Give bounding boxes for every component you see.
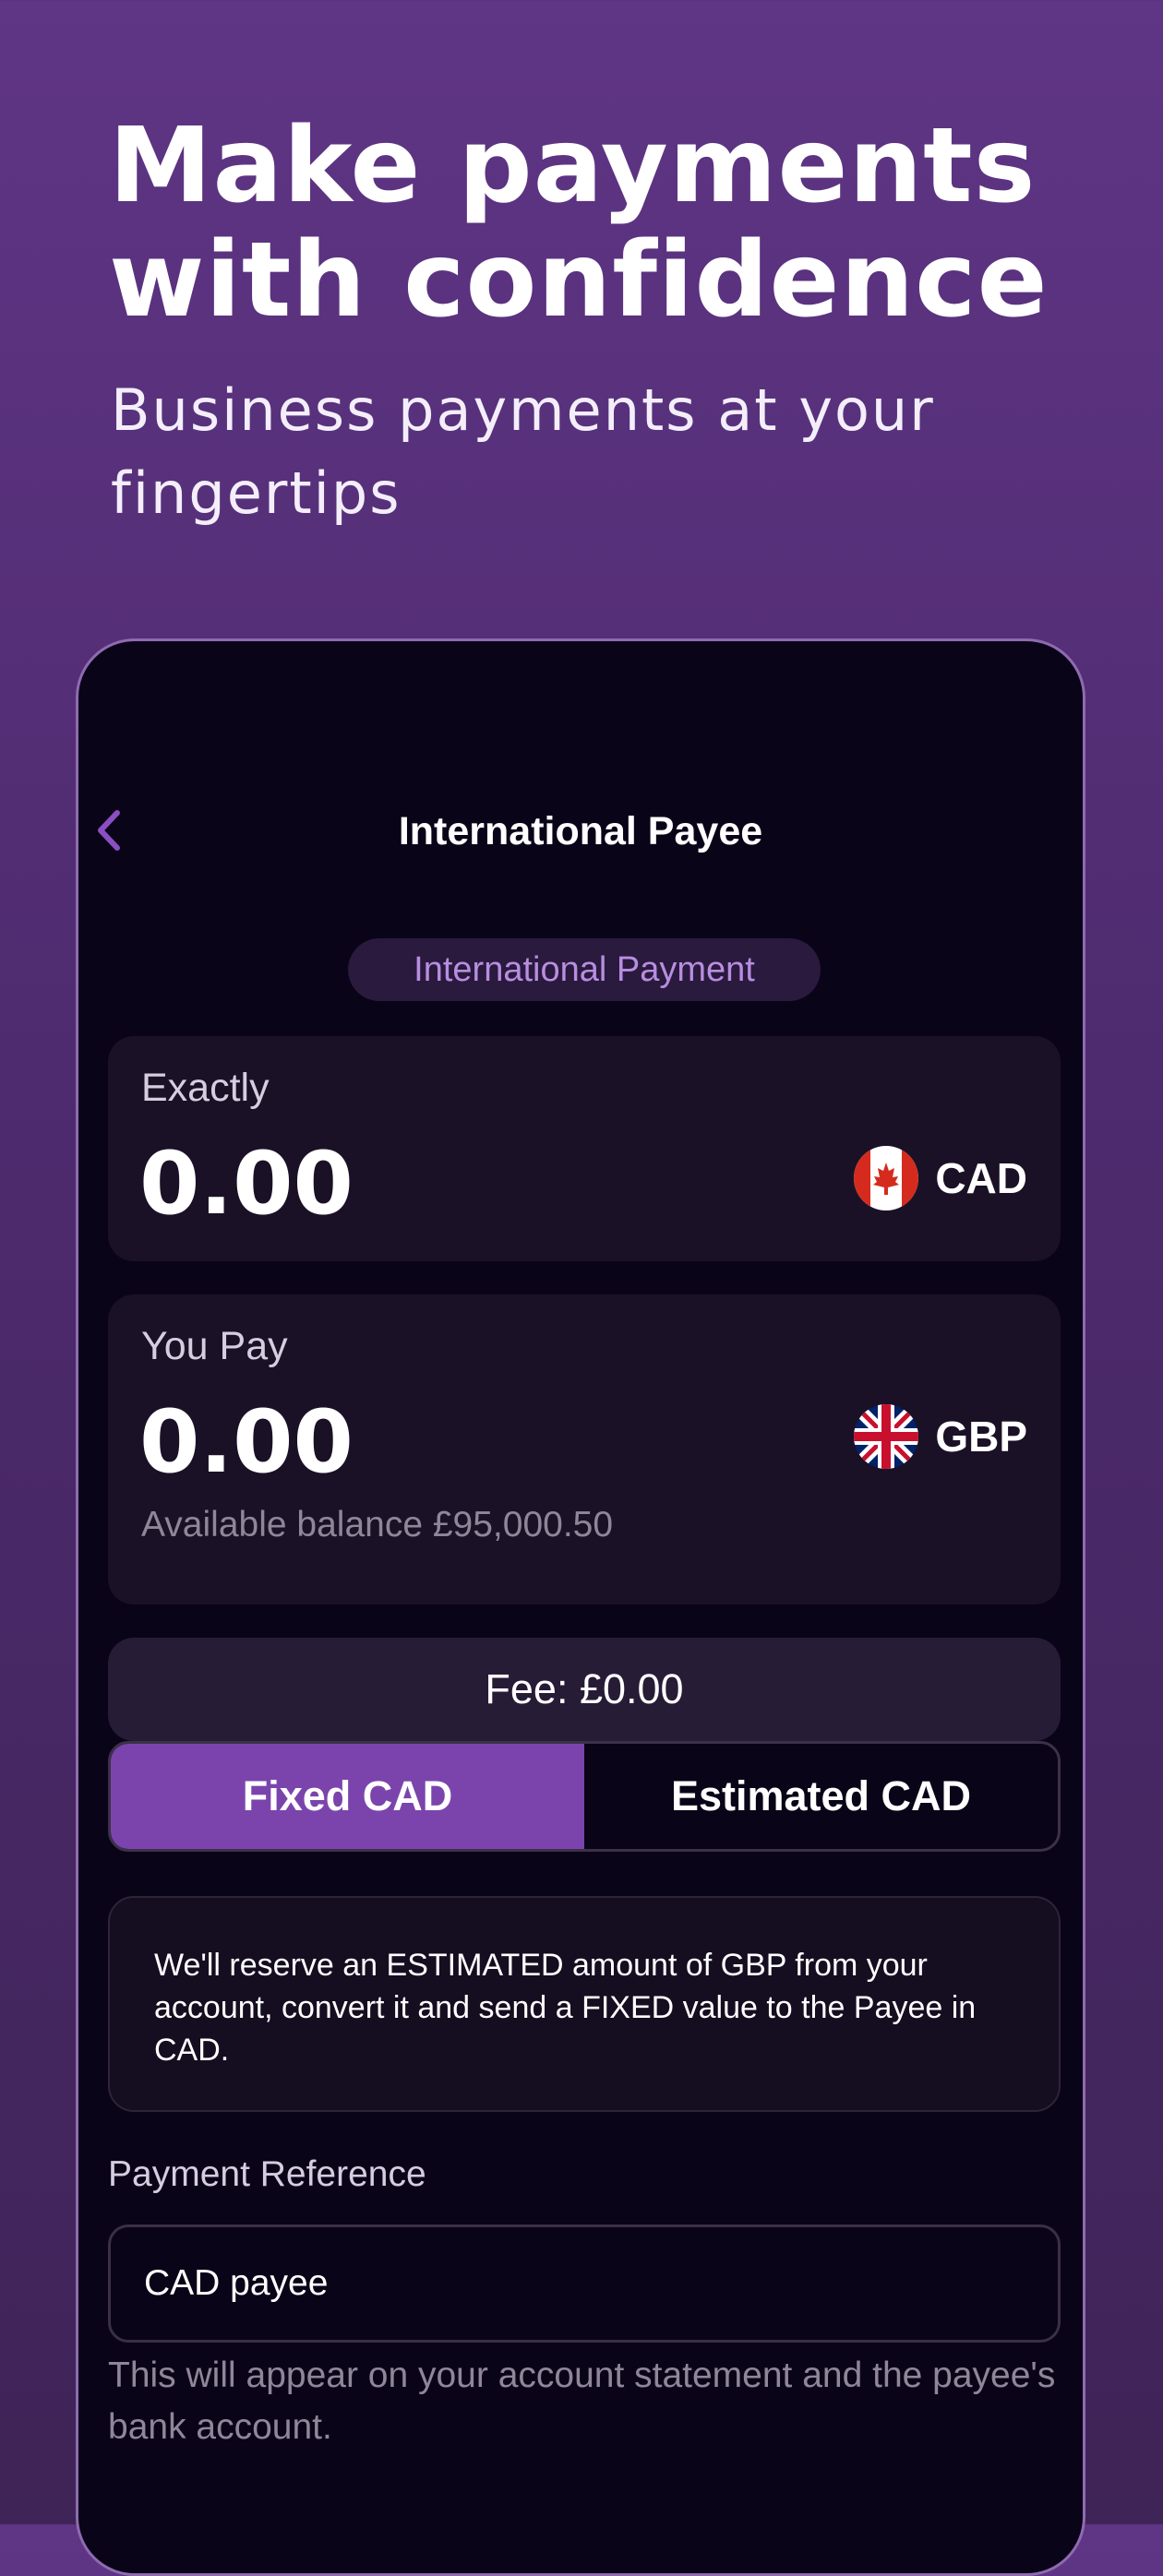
hero-title: Make payments with confidence [109, 106, 1049, 340]
cad-currency-selector[interactable]: CAD [854, 1145, 1027, 1211]
canada-flag-icon [854, 1146, 919, 1210]
estimated-cad-option[interactable]: Estimated CAD [584, 1744, 1058, 1849]
you-pay-label: You Pay [141, 1324, 288, 1368]
gbp-currency-code: GBP [935, 1413, 1027, 1461]
uk-flag-icon [854, 1404, 919, 1469]
rate-type-toggle[interactable]: Fixed CAD Estimated CAD [108, 1741, 1061, 1852]
fixed-cad-option[interactable]: Fixed CAD [111, 1744, 584, 1849]
screen-title: International Payee [398, 809, 763, 853]
hero-subtitle: Business payments at your fingertips [111, 376, 935, 527]
exactly-amount-input[interactable]: 0.00 [139, 1134, 354, 1235]
exactly-amount-card[interactable]: Exactly 0.00 CAD [108, 1036, 1061, 1261]
payment-reference-label: Payment Reference [108, 2154, 426, 2194]
you-pay-card[interactable]: You Pay 0.00 GBP Available balance £95,0… [108, 1294, 1061, 1604]
exactly-label: Exactly [141, 1066, 270, 1110]
payment-reference-helper: This will appear on your account stateme… [108, 2355, 1056, 2447]
cad-currency-code: CAD [935, 1154, 1027, 1202]
available-balance: Available balance £95,000.50 [141, 1505, 614, 1544]
phone-frame: International Payee International Paymen… [76, 638, 1085, 2576]
gbp-currency-selector[interactable]: GBP [854, 1403, 1027, 1470]
payment-type-badge: International Payment [348, 938, 821, 1001]
conversion-info-box: We'll reserve an ESTIMATED amount of GBP… [108, 1896, 1061, 2112]
you-pay-amount-input[interactable]: 0.00 [139, 1392, 354, 1494]
fee-display: Fee: £0.00 [108, 1638, 1061, 1741]
payment-reference-input[interactable]: CAD payee [108, 2224, 1061, 2343]
